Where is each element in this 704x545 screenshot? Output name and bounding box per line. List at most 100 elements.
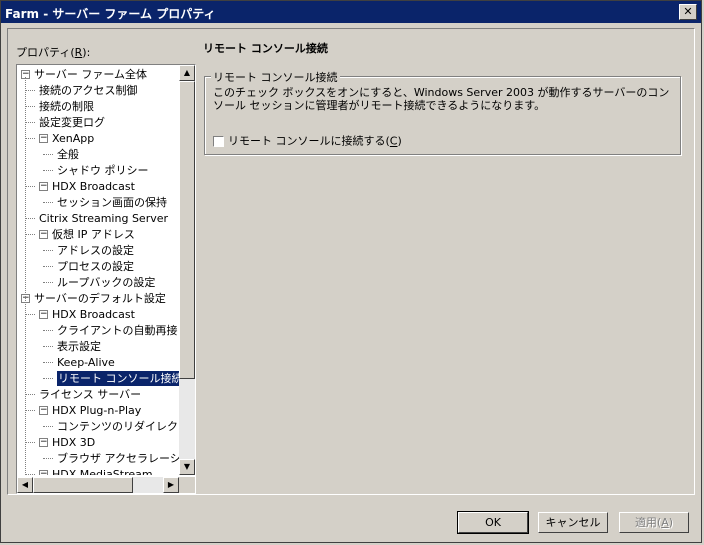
tree-connector	[25, 442, 35, 443]
tree-item[interactable]: − HDX Broadcast	[17, 307, 179, 322]
tree-item-label: 接続の制限	[39, 100, 94, 113]
tree-connector	[25, 106, 35, 107]
tree-item-label: HDX Broadcast	[52, 180, 135, 193]
tree-connector	[25, 186, 35, 187]
tree-item[interactable]: クライアントの自動再接	[17, 323, 179, 338]
tree-item-label: HDX Broadcast	[52, 308, 135, 321]
title-bar[interactable]: Farm - サーバー ファーム プロパティ ✕	[1, 1, 701, 23]
tree-connector	[43, 170, 53, 171]
tree-item-label: ループバックの設定	[57, 276, 156, 289]
tree-connector	[25, 90, 35, 91]
tree-item[interactable]: − 仮想 IP アドレス	[17, 227, 179, 242]
tree-item-label: HDX MediaStream	[52, 468, 153, 475]
tree-item[interactable]: Citrix Streaming Server	[17, 211, 179, 226]
checkbox-label[interactable]: リモート コンソールに接続する(C)	[228, 135, 402, 148]
properties-tree[interactable]: − サーバー ファーム全体 接続のアクセス制御 接続の制限 設定変更ログ − XenApp 全…	[16, 64, 196, 494]
tree-item[interactable]: Keep-Alive	[17, 355, 179, 370]
tree-item[interactable]: − HDX Broadcast	[17, 179, 179, 194]
tree-connector	[43, 266, 53, 267]
tree-item-label: HDX Plug-n-Play	[52, 404, 142, 417]
tree-item[interactable]: 接続のアクセス制御	[17, 83, 179, 98]
tree-item[interactable]: − HDX MediaStream	[17, 467, 179, 475]
tree-connector	[25, 218, 35, 219]
tree-item-label: アドレスの設定	[57, 244, 134, 257]
ok-button[interactable]: OK	[457, 511, 529, 534]
tree-horizontal-scrollbar[interactable]: ◀ ▶	[17, 477, 179, 493]
page-title: リモート コンソール接続	[203, 42, 328, 55]
tree-connector	[43, 250, 53, 251]
collapse-icon[interactable]: −	[39, 310, 48, 319]
tree-connector	[25, 314, 35, 315]
collapse-icon[interactable]: −	[39, 470, 48, 475]
collapse-icon[interactable]: −	[39, 182, 48, 191]
tree-item[interactable]: リモート コンソール接続	[17, 371, 179, 386]
tree-guide-line	[25, 77, 26, 475]
cancel-button[interactable]: キャンセル	[538, 512, 608, 533]
scroll-left-button[interactable]: ◀	[17, 477, 33, 493]
tree-item[interactable]: ライセンス サーバー	[17, 387, 179, 402]
tree-item[interactable]: − HDX Plug-n-Play	[17, 403, 179, 418]
description-text: このチェック ボックスをオンにすると、Windows Server 2003 が…	[213, 86, 670, 112]
remote-console-checkbox[interactable]: リモート コンソールに接続する(C)	[213, 134, 402, 148]
scroll-down-button[interactable]: ▼	[179, 459, 195, 475]
tree-connector	[43, 282, 53, 283]
tree-item[interactable]: コンテンツのリダイレクト	[17, 419, 179, 434]
tree-connector	[43, 346, 53, 347]
tree-connector	[25, 474, 35, 475]
tree-item-label: サーバーのデフォルト設定	[34, 292, 166, 305]
tree-item-label: プロセスの設定	[57, 260, 134, 273]
tree-item[interactable]: 全般	[17, 147, 179, 162]
tree-items: − サーバー ファーム全体 接続のアクセス制御 接続の制限 設定変更ログ − XenApp 全…	[17, 65, 179, 475]
scroll-right-button[interactable]: ▶	[163, 477, 179, 493]
tree-item[interactable]: シャドウ ポリシー	[17, 163, 179, 178]
tree-item[interactable]: 接続の制限	[17, 99, 179, 114]
tree-connector	[43, 458, 53, 459]
horizontal-scroll-thumb[interactable]	[33, 477, 133, 493]
tree-item-label: リモート コンソール接続	[57, 371, 179, 386]
collapse-icon[interactable]: −	[39, 134, 48, 143]
tree-connector	[43, 330, 53, 331]
tree-item-label: HDX 3D	[52, 436, 96, 449]
tree-item[interactable]: ブラウザ アクセラレーシ	[17, 451, 179, 466]
tree-item-label: セッション画面の保持	[57, 196, 167, 209]
close-icon: ✕	[683, 5, 693, 18]
tree-item[interactable]: セッション画面の保持	[17, 195, 179, 210]
remote-console-groupbox: リモート コンソール接続 このチェック ボックスをオンにすると、Windows …	[204, 69, 681, 155]
tree-vertical-scrollbar[interactable]: ▲ ▼	[179, 65, 195, 475]
tree-item[interactable]: − XenApp	[17, 131, 179, 146]
tree-connector	[43, 378, 53, 379]
tree-item[interactable]: − サーバーのデフォルト設定	[17, 291, 179, 306]
tree-item[interactable]: 表示設定	[17, 339, 179, 354]
scroll-right-icon: ▶	[167, 480, 175, 489]
close-button[interactable]: ✕	[679, 4, 697, 20]
checkbox-box[interactable]	[213, 135, 224, 147]
tree-item-label: コンテンツのリダイレクト	[57, 420, 179, 433]
collapse-icon[interactable]: −	[39, 230, 48, 239]
apply-button[interactable]: 適用(A)	[619, 512, 689, 533]
scroll-up-icon: ▲	[183, 68, 191, 77]
tree-item[interactable]: − サーバー ファーム全体	[17, 67, 179, 82]
collapse-icon[interactable]: −	[39, 406, 48, 415]
tree-item[interactable]: 設定変更ログ	[17, 115, 179, 130]
vertical-scroll-thumb[interactable]	[179, 81, 195, 379]
properties-dialog: Farm - サーバー ファーム プロパティ ✕ プロパティ(R): − サーバー…	[0, 0, 702, 543]
tree-item-label: 仮想 IP アドレス	[52, 228, 135, 241]
tree-item-label: 表示設定	[57, 340, 101, 353]
collapse-icon[interactable]: −	[39, 438, 48, 447]
tree-item-label: サーバー ファーム全体	[34, 68, 148, 81]
scrollbar-corner	[179, 477, 195, 493]
scroll-down-icon: ▼	[183, 462, 191, 471]
tree-item-label: Citrix Streaming Server	[39, 212, 169, 225]
tree-item[interactable]: アドレスの設定	[17, 243, 179, 258]
tree-connector	[25, 234, 35, 235]
tree-connector	[43, 426, 53, 427]
tree-connector	[43, 154, 53, 155]
tree-item-label: ブラウザ アクセラレーシ	[57, 452, 179, 465]
tree-item[interactable]: − HDX 3D	[17, 435, 179, 450]
tree-item[interactable]: ループバックの設定	[17, 275, 179, 290]
tree-connector	[25, 410, 35, 411]
tree-connector	[43, 362, 53, 363]
tree-item[interactable]: プロセスの設定	[17, 259, 179, 274]
tree-connector	[43, 202, 53, 203]
scroll-up-button[interactable]: ▲	[179, 65, 195, 81]
